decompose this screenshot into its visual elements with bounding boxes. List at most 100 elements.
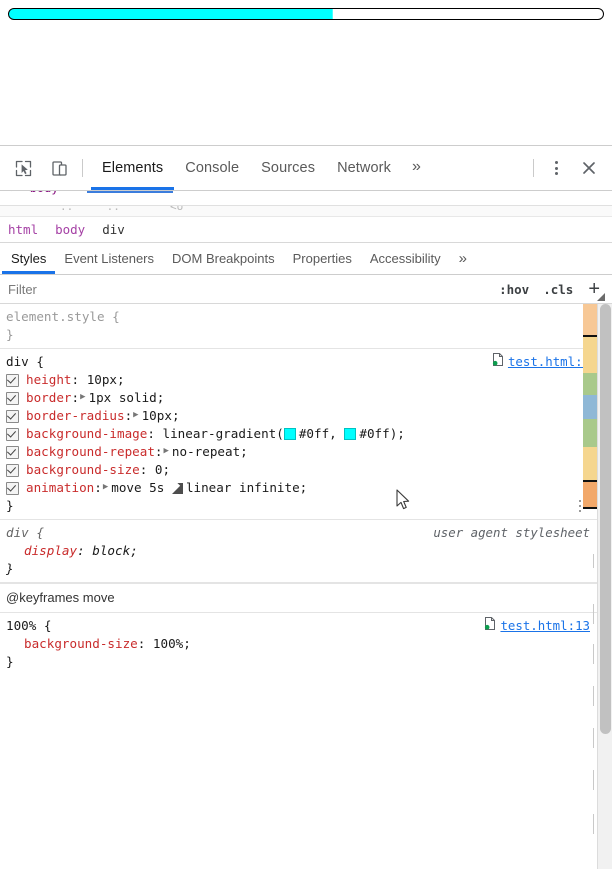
- declaration-checkbox[interactable]: [6, 392, 19, 405]
- property-name[interactable]: background-size: [26, 461, 140, 479]
- rule-element-style[interactable]: element.style { }: [0, 304, 612, 349]
- close-icon[interactable]: [572, 154, 606, 182]
- declaration-background-size[interactable]: background-size : 0 ;: [0, 461, 612, 479]
- rule-selector[interactable]: div { test.html:3: [0, 353, 612, 371]
- stylesheet-source-link[interactable]: test.html:13: [500, 617, 590, 635]
- breadcrumb-item-html[interactable]: html: [8, 222, 47, 237]
- gradient-color-stop-1[interactable]: #0ff,: [299, 425, 337, 443]
- easing-curve-icon[interactable]: [172, 483, 183, 494]
- property-colon: :: [147, 425, 155, 443]
- tab-sources[interactable]: Sources: [250, 146, 326, 190]
- rule-selector[interactable]: element.style {: [0, 308, 612, 326]
- property-value[interactable]: 10px: [142, 407, 172, 425]
- semicolon: ;: [163, 461, 171, 479]
- kebab-menu-icon[interactable]: [542, 154, 570, 182]
- keyframe-selector-text: 100% {: [6, 618, 52, 633]
- declaration-checkbox[interactable]: [6, 428, 19, 441]
- tab-console[interactable]: Console: [174, 146, 250, 190]
- overview-segment: [583, 447, 597, 481]
- scrollbar-thumb[interactable]: [600, 304, 611, 734]
- overview-dash: [593, 644, 594, 664]
- expand-shorthand-arrow-icon[interactable]: ▶: [163, 442, 172, 460]
- declaration-checkbox[interactable]: [6, 374, 19, 387]
- dom-tree-body-node[interactable]: ▾ <body>: [8, 191, 66, 195]
- tab-accessibility[interactable]: Accessibility: [361, 243, 450, 274]
- property-value[interactable]: 100%: [153, 635, 183, 653]
- property-name[interactable]: background-image: [26, 425, 147, 443]
- property-name[interactable]: background-size: [24, 635, 138, 653]
- stylesheet-source-link[interactable]: test.html:3: [508, 353, 590, 371]
- stylesheet-file-icon: [484, 617, 496, 635]
- property-value[interactable]: 1px solid: [89, 389, 157, 407]
- property-name[interactable]: height: [26, 371, 72, 389]
- more-tabs-chevron-icon[interactable]: »: [402, 146, 431, 190]
- property-name[interactable]: border: [26, 389, 72, 407]
- overview-segment: [583, 419, 597, 447]
- sidebar-more-chevron-icon[interactable]: »: [450, 245, 476, 273]
- new-style-rule-button[interactable]: +: [580, 279, 606, 299]
- declaration-checkbox[interactable]: [6, 482, 19, 495]
- styles-content: element.style { } div { test.html:3: [0, 304, 612, 869]
- semicolon: ;: [240, 443, 248, 461]
- declaration-background-repeat[interactable]: background-repeat : ▶ no-repeat ;: [0, 443, 612, 461]
- overview-dash: [593, 770, 594, 790]
- expand-shorthand-arrow-icon[interactable]: ▶: [132, 406, 141, 424]
- expand-shorthand-arrow-icon[interactable]: ▶: [79, 388, 88, 406]
- property-name[interactable]: animation: [26, 479, 94, 497]
- property-value[interactable]: 10px: [87, 371, 117, 389]
- dom-ghost-text-a: ..: [60, 206, 73, 213]
- dom-selection-highlight: [87, 191, 173, 193]
- declaration-checkbox[interactable]: [6, 410, 19, 423]
- gradient-function-text[interactable]: linear-gradient(: [163, 425, 284, 443]
- gradient-color-stop-2[interactable]: #0ff);: [359, 425, 405, 443]
- rule-div-user-agent[interactable]: div { user agent stylesheet display : bl…: [0, 520, 612, 583]
- rule-div-author[interactable]: div { test.html:3 height :: [0, 349, 612, 520]
- tab-event-listeners[interactable]: Event Listeners: [55, 243, 163, 274]
- styles-scrollbar[interactable]: [597, 304, 612, 869]
- keyframe-selector[interactable]: 100% { test.html:13: [0, 617, 612, 635]
- declaration-checkbox[interactable]: [6, 464, 19, 477]
- keyframes-header: @keyframes move: [0, 583, 612, 613]
- inspect-cursor-icon[interactable]: [8, 153, 38, 183]
- color-swatch-icon[interactable]: [344, 428, 356, 440]
- declaration-height[interactable]: height : 10px ;: [0, 371, 612, 389]
- overview-segment: [583, 482, 597, 508]
- property-name[interactable]: border-radius: [26, 407, 125, 425]
- device-toolbar-icon[interactable]: [44, 153, 74, 183]
- color-swatch-icon[interactable]: [284, 428, 296, 440]
- toggle-class-button[interactable]: .cls: [536, 282, 580, 297]
- tab-network[interactable]: Network: [326, 146, 402, 190]
- property-name[interactable]: background-repeat: [26, 443, 155, 461]
- overview-dash: [593, 814, 594, 834]
- tab-styles[interactable]: Styles: [2, 243, 55, 274]
- declaration-keyframe-background-size[interactable]: background-size : 100% ;: [0, 635, 612, 653]
- declaration-background-image[interactable]: background-image : linear-gradient( #0ff…: [0, 425, 612, 443]
- dom-tree-clipped[interactable]: ▾ <body>: [0, 191, 612, 206]
- property-value[interactable]: 0: [155, 461, 163, 479]
- stylesheet-file-icon: [492, 353, 504, 371]
- rule-close-brace: }: [0, 497, 612, 515]
- animation-timing-iteration[interactable]: linear infinite: [186, 479, 300, 497]
- rule-selector: div { user agent stylesheet: [0, 524, 612, 542]
- toggle-hover-state-button[interactable]: :hov: [492, 282, 536, 297]
- keyframe-block-100[interactable]: 100% { test.html:13 background-size :: [0, 613, 612, 675]
- toolbar-divider: [82, 159, 83, 177]
- property-value[interactable]: no-repeat: [172, 443, 240, 461]
- breadcrumb-item-body[interactable]: body: [55, 222, 94, 237]
- overview-dash: [593, 728, 594, 748]
- rule-close-brace: }: [0, 560, 612, 578]
- search-input[interactable]: [8, 282, 492, 297]
- declaration-checkbox[interactable]: [6, 446, 19, 459]
- tab-dom-breakpoints[interactable]: DOM Breakpoints: [163, 243, 284, 274]
- animation-name-duration[interactable]: move 5s: [111, 479, 164, 497]
- overview-dash: [593, 686, 594, 706]
- dom-expand-arrow-icon[interactable]: ▾: [8, 191, 15, 195]
- tab-elements[interactable]: Elements: [91, 146, 174, 190]
- property-value: block: [92, 542, 130, 560]
- expand-shorthand-arrow-icon[interactable]: ▶: [102, 478, 111, 496]
- declaration-border-radius[interactable]: border-radius : ▶ 10px ;: [0, 407, 612, 425]
- tab-properties[interactable]: Properties: [284, 243, 361, 274]
- declaration-border[interactable]: border : ▶ 1px solid ;: [0, 389, 612, 407]
- breadcrumb-item-div[interactable]: div: [102, 222, 134, 237]
- declaration-animation[interactable]: animation : ▶ move 5s linear infinite ;: [0, 479, 612, 497]
